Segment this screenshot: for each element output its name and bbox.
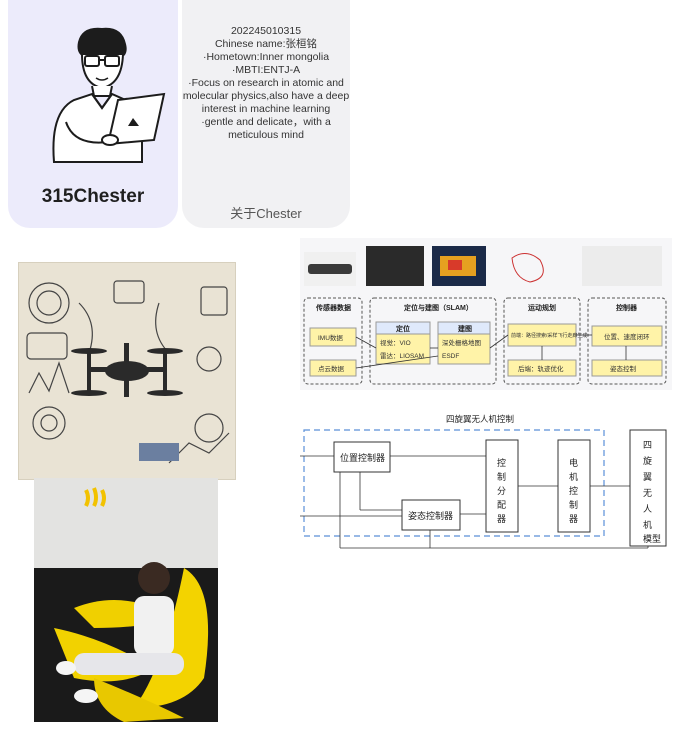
- profile-name: 315Chester: [41, 186, 145, 207]
- model-char-7: 模型: [643, 534, 661, 544]
- planning-backend: 后端：轨迹优化: [518, 364, 564, 373]
- position-controller: 位置控制器: [340, 452, 385, 463]
- about-card[interactable]: 202245010315 Chinese name:张桓铭 ·Hometown:…: [182, 0, 350, 228]
- motor-char-3: 控: [569, 485, 578, 496]
- quadrotor-control-diagram: 四旋翼无人机控制 位置控制器 姿态控制器 控 制 分 配 器 电 机 控 制 器…: [300, 410, 672, 550]
- portrait-photo: [34, 478, 218, 722]
- profile-info: 202245010315 Chinese name:张桓铭 ·Hometown:…: [182, 25, 350, 142]
- allocator-char-5: 器: [497, 514, 506, 524]
- control-diagram-title: 四旋翼无人机控制: [446, 414, 514, 424]
- control-loop: 位置、速度闭环: [604, 332, 650, 341]
- slam-mapping-title: 建图: [458, 324, 472, 333]
- mbti: ·MBTI:ENTJ-A: [231, 64, 301, 76]
- model-char-3: 翼: [643, 472, 652, 482]
- model-char-4: 无: [643, 488, 652, 498]
- model-char-2: 旋: [643, 455, 652, 466]
- sensor-imu: IMU数据: [318, 333, 343, 342]
- sensor-pointcloud: 点云数据: [318, 364, 345, 373]
- hometown: ·Hometown:Inner mongolia: [202, 51, 330, 63]
- section-slam: 定位与建图（SLAM）: [404, 303, 473, 312]
- attitude-controller: 姿态控制器: [408, 510, 453, 521]
- student-id: 202245010315: [230, 25, 302, 37]
- slam-map-esdf: ESDF: [442, 353, 459, 360]
- motor-char-1: 电: [569, 457, 578, 468]
- drone-concept-sketch: [18, 262, 236, 480]
- slam-localization-title: 定位: [396, 324, 410, 333]
- section-control: 控制器: [616, 303, 638, 312]
- allocator-char-3: 分: [497, 486, 506, 496]
- research-focus: ·Focus on research in atomic and molecul…: [182, 77, 350, 115]
- section-planning: 运动规划: [528, 303, 556, 312]
- model-char-1: 四: [643, 440, 652, 450]
- section-sensors: 传感器数据: [315, 303, 351, 312]
- motor-char-4: 制: [569, 499, 578, 510]
- personality: ·gentle and delicate，with a meticulous m…: [201, 116, 331, 141]
- slam-loc-vio: 视觉：VIO: [380, 338, 411, 347]
- profile-card[interactable]: 315Chester: [8, 0, 178, 228]
- motor-char-2: 机: [569, 471, 578, 482]
- avatar: [52, 27, 166, 163]
- attitude-control: 姿态控制: [610, 364, 637, 373]
- planning-frontend: 前端：路径搜索/采样飞行走廊生成: [511, 332, 587, 339]
- model-char-5: 人: [643, 504, 652, 514]
- allocator-char-2: 制: [497, 471, 506, 482]
- model-char-6: 机: [643, 519, 652, 530]
- motor-char-5: 器: [569, 514, 578, 524]
- about-label: 关于Chester: [230, 206, 302, 221]
- slam-pipeline-diagram: 传感器数据 定位与建图（SLAM） 运动规划 控制器 IMU数据 点云数据 定位…: [300, 238, 672, 390]
- chinese-name: Chinese name:张桓铭: [214, 38, 318, 50]
- allocator-char-4: 配: [497, 500, 506, 510]
- slam-map-grid: 深处栅格地图: [442, 338, 481, 347]
- allocator-char-1: 控: [497, 457, 506, 468]
